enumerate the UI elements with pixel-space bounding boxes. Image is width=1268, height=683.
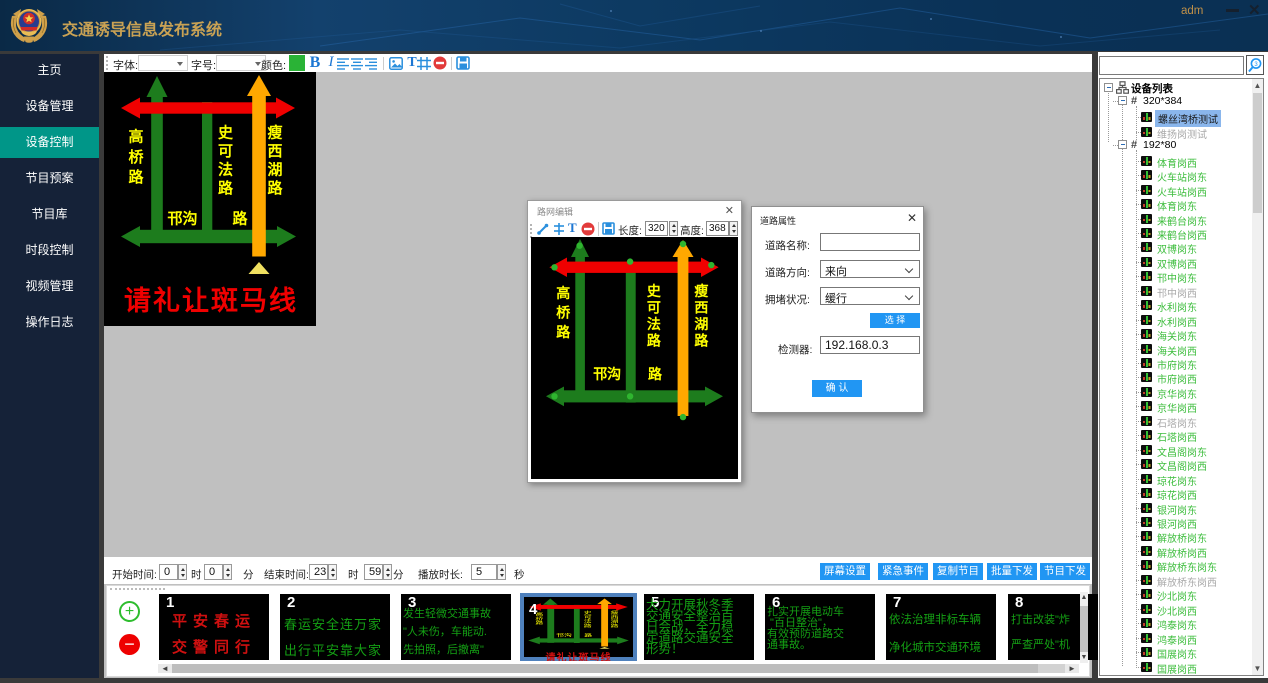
svg-text:桥: 桥 <box>128 148 144 166</box>
svg-text:法: 法 <box>647 316 661 332</box>
svg-text:邗沟: 邗沟 <box>556 632 572 638</box>
svg-text:湖: 湖 <box>267 161 282 178</box>
svg-text:史: 史 <box>584 610 593 616</box>
svg-text:史: 史 <box>647 283 662 299</box>
svg-text:高: 高 <box>128 128 143 146</box>
svg-text:路: 路 <box>232 210 248 228</box>
svg-text:可: 可 <box>218 143 233 160</box>
svg-text:高: 高 <box>556 285 570 301</box>
svg-text:路: 路 <box>267 179 283 197</box>
svg-text:邗沟: 邗沟 <box>167 210 197 228</box>
svg-text:路: 路 <box>647 332 662 348</box>
svg-text:路: 路 <box>128 168 144 186</box>
svg-text:瘦: 瘦 <box>267 123 282 141</box>
svg-text:可: 可 <box>647 299 661 315</box>
svg-text:西: 西 <box>611 614 619 619</box>
svg-text:法: 法 <box>218 160 233 178</box>
svg-text:路: 路 <box>584 632 593 638</box>
svg-text:湖: 湖 <box>694 316 708 332</box>
svg-text:邗沟: 邗沟 <box>593 366 621 382</box>
svg-text:桥: 桥 <box>556 304 571 320</box>
svg-text:可: 可 <box>584 614 592 619</box>
svg-text:路: 路 <box>694 332 709 348</box>
svg-text:瘦: 瘦 <box>694 283 708 299</box>
svg-text:史: 史 <box>218 123 234 141</box>
svg-text:路: 路 <box>648 366 663 382</box>
svg-text:西: 西 <box>267 143 282 160</box>
svg-text:西: 西 <box>694 299 708 315</box>
svg-text:瘦: 瘦 <box>611 610 620 616</box>
svg-text:路: 路 <box>556 324 571 340</box>
svg-text:路: 路 <box>218 179 234 197</box>
